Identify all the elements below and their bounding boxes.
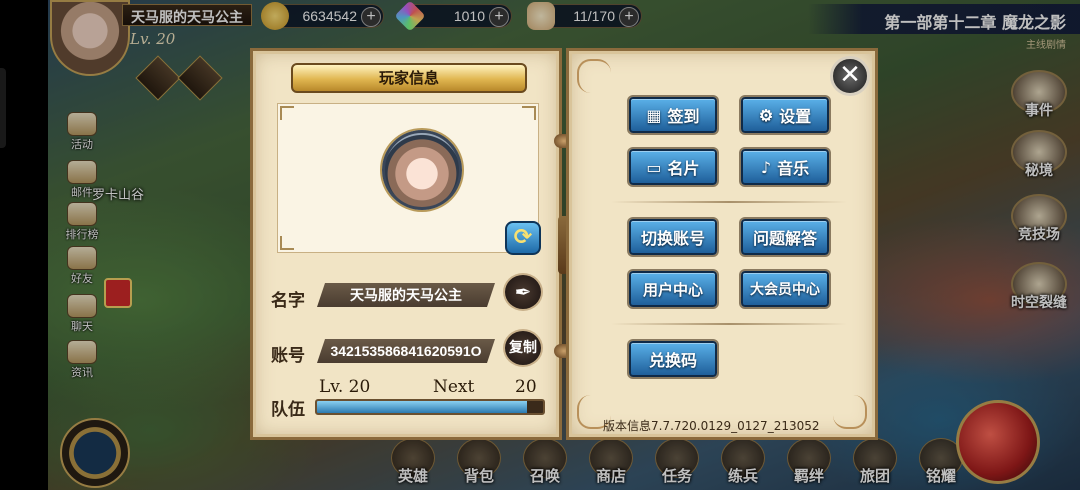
section-divider [611, 201, 847, 203]
section-divider [611, 323, 847, 325]
music-label: 音乐 [777, 159, 810, 178]
faq-button[interactable]: 问题解答 [741, 219, 829, 255]
xp-bar-fill [317, 401, 528, 413]
copy-account-button[interactable]: 复制 [503, 329, 543, 367]
next-value: 20 [515, 377, 537, 397]
frame-corner-icon [522, 106, 536, 120]
player-info-page: 玩家信息 ⟳ 名字 天马服的天马公主 ✒ 账号 3421535868416205… [250, 48, 562, 440]
signin-button[interactable]: ▦ 签到 [629, 97, 717, 133]
version-info: 版本信息7.7.720.0129_0127_213052 [603, 419, 820, 433]
namecard-label: 名片 [667, 159, 700, 178]
team-level: Lv. 20 [319, 377, 371, 397]
rename-quill-button[interactable]: ✒ [503, 273, 543, 311]
gear-icon: ⚙ [758, 105, 774, 125]
settings-page: ▦ 签到 ⚙ 设置 ▭ 名片 ♪ 音乐 切换账号 问题解答 用户中心 大会员中心 兑换码… [566, 48, 878, 440]
next-label: Next [433, 377, 475, 397]
music-note-icon: ♪ [760, 157, 772, 177]
close-dialog-button[interactable]: ✕ [830, 56, 870, 96]
account-label: 账号 [271, 346, 305, 366]
user-center-button[interactable]: 用户中心 [629, 271, 717, 307]
xp-bar [315, 399, 545, 415]
settings-label: 设置 [779, 107, 812, 126]
vip-center-button[interactable]: 大会员中心 [741, 271, 829, 307]
player-info-dialog: 玩家信息 ⟳ 名字 天马服的天马公主 ✒ 账号 3421535868416205… [250, 48, 878, 440]
frame-corner-icon [280, 236, 294, 250]
calendar-icon: ▦ [646, 105, 662, 125]
signin-label: 签到 [667, 107, 700, 126]
change-avatar-button[interactable]: ⟳ [505, 221, 541, 255]
account-value: 342153586841620591O [317, 339, 495, 363]
settings-button[interactable]: ⚙ 设置 [741, 97, 829, 133]
flourish-icon [577, 59, 611, 93]
frame-corner-icon [280, 106, 294, 120]
name-value: 天马服的天马公主 [317, 283, 495, 307]
flourish-icon [833, 395, 867, 429]
team-label: 队伍 [271, 400, 305, 420]
name-label: 名字 [271, 291, 305, 311]
card-icon: ▭ [646, 157, 662, 177]
namecard-button[interactable]: ▭ 名片 [629, 149, 717, 185]
music-button[interactable]: ♪ 音乐 [741, 149, 829, 185]
portrait-frame [277, 103, 539, 253]
switch-account-button[interactable]: 切换账号 [629, 219, 717, 255]
redeem-code-button[interactable]: 兑换码 [629, 341, 717, 377]
dialog-title: 玩家信息 [291, 63, 527, 93]
close-icon: ✕ [839, 60, 861, 90]
player-portrait [382, 130, 462, 210]
quill-icon: ✒ [514, 280, 532, 304]
